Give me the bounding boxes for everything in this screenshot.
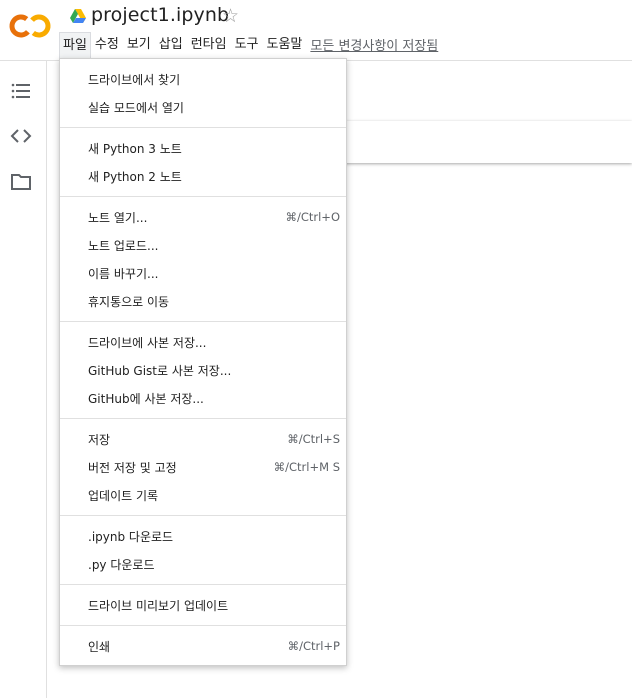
notebook-cell[interactable]	[330, 121, 632, 163]
menu-item-upload-notebook[interactable]: 노트 업로드...	[60, 231, 346, 259]
menu-runtime[interactable]: 런타임	[187, 32, 231, 57]
menu-item-save-copy-drive[interactable]: 드라이브에 사본 저장...	[60, 328, 346, 356]
menu-item-download-py[interactable]: .py 다운로드	[60, 550, 346, 578]
menu-tools[interactable]: 도구	[231, 32, 263, 57]
menu-item-download-ipynb[interactable]: .ipynb 다운로드	[60, 522, 346, 550]
menu-separator	[60, 515, 346, 516]
menu-item-locate-in-drive[interactable]: 드라이브에서 찾기	[60, 65, 346, 93]
table-of-contents-icon[interactable]	[10, 80, 32, 102]
code-snippets-icon[interactable]	[10, 125, 32, 147]
menu-separator	[60, 625, 346, 626]
menu-item-print[interactable]: 인쇄 ⌘/Ctrl+P	[60, 632, 346, 660]
menu-help[interactable]: 도움말	[263, 32, 307, 57]
menu-item-revision-history[interactable]: 업데이트 기록	[60, 481, 346, 509]
colab-logo[interactable]	[9, 13, 51, 39]
menu-item-save-and-pin-revision[interactable]: 버전 저장 및 고정 ⌘/Ctrl+M S	[60, 453, 346, 481]
menu-edit[interactable]: 수정	[91, 32, 123, 57]
menu-item-save-copy-gist[interactable]: GitHub Gist로 사본 저장...	[60, 356, 346, 384]
files-folder-icon[interactable]	[10, 171, 32, 193]
menubar: 파일 수정 보기 삽입 런타임 도구 도움말 모든 변경사항이 저장됨	[59, 31, 438, 58]
google-drive-icon[interactable]	[70, 9, 86, 23]
menu-item-rename[interactable]: 이름 바꾸기...	[60, 259, 346, 287]
menu-insert[interactable]: 삽입	[155, 32, 187, 57]
menu-item-new-python2[interactable]: 새 Python 2 노트	[60, 162, 346, 190]
menu-separator	[60, 418, 346, 419]
menu-item-save[interactable]: 저장 ⌘/Ctrl+S	[60, 425, 346, 453]
left-sidebar	[0, 60, 47, 698]
star-outline-icon[interactable]: ☆	[222, 4, 239, 28]
menu-separator	[60, 127, 346, 128]
menu-item-move-to-trash[interactable]: 휴지통으로 이동	[60, 287, 346, 315]
menu-separator	[60, 584, 346, 585]
menu-item-new-python3[interactable]: 새 Python 3 노트	[60, 134, 346, 162]
save-status-link[interactable]: 모든 변경사항이 저장됨	[310, 35, 438, 54]
menu-item-open-notebook[interactable]: 노트 열기... ⌘/Ctrl+O	[60, 203, 346, 231]
menu-item-open-playground[interactable]: 실습 모드에서 열기	[60, 93, 346, 121]
menu-separator	[60, 196, 346, 197]
menu-file[interactable]: 파일	[59, 31, 91, 58]
menu-item-update-drive-preview[interactable]: 드라이브 미리보기 업데이트	[60, 591, 346, 619]
notebook-title[interactable]: project1.ipynb	[91, 4, 229, 26]
menu-view[interactable]: 보기	[123, 32, 155, 57]
file-menu-dropdown: 드라이브에서 찾기 실습 모드에서 열기 새 Python 3 노트 새 Pyt…	[59, 58, 347, 666]
menu-item-save-copy-github[interactable]: GitHub에 사본 저장...	[60, 384, 346, 412]
menu-separator	[60, 321, 346, 322]
